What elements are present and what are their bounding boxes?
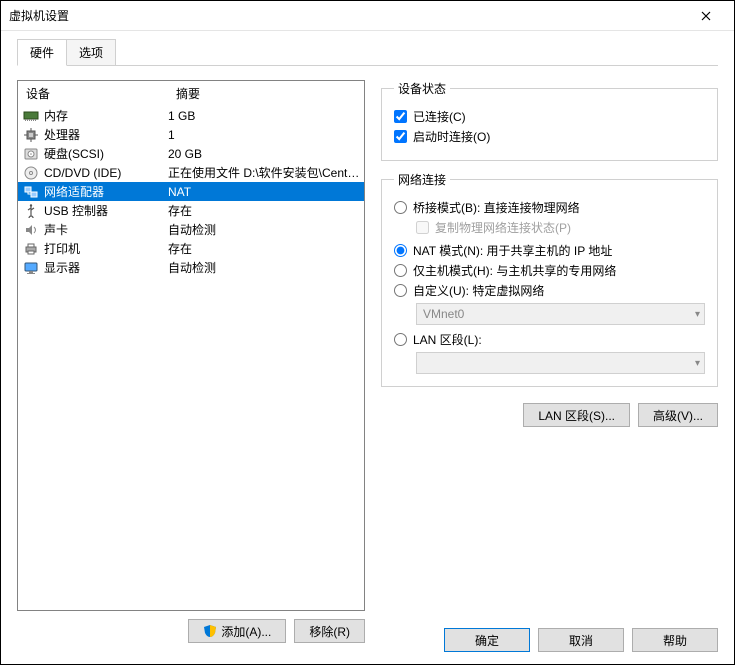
lan-segments-button[interactable]: LAN 区段(S)... <box>523 403 630 427</box>
connected-checkbox[interactable] <box>394 110 407 123</box>
device-row-network[interactable]: 网络适配器 NAT <box>18 182 364 201</box>
titlebar: 虚拟机设置 <box>1 1 734 31</box>
lan-radio-row[interactable]: LAN 区段(L): <box>394 331 705 348</box>
device-row-memory[interactable]: 内存 1 GB <box>18 106 364 125</box>
chevron-down-icon: ▾ <box>695 358 700 369</box>
harddisk-icon <box>24 147 38 161</box>
memory-icon <box>23 110 39 122</box>
disc-icon <box>24 166 38 180</box>
replicate-checkbox-row: 复制物理网络连接状态(P) <box>416 219 705 236</box>
ok-button[interactable]: 确定 <box>444 628 530 652</box>
device-row-display[interactable]: 显示器 自动检测 <box>18 258 364 277</box>
add-button[interactable]: 添加(A)... <box>188 619 286 643</box>
printer-icon <box>24 242 38 256</box>
device-status-group: 设备状态 已连接(C) 启动时连接(O) <box>381 80 718 161</box>
dialog-button-bar: 确定 取消 帮助 <box>444 628 718 652</box>
device-status-legend: 设备状态 <box>394 80 450 97</box>
close-icon <box>701 11 711 21</box>
custom-radio-row[interactable]: 自定义(U): 特定虚拟网络 <box>394 282 705 299</box>
replicate-checkbox <box>416 221 429 234</box>
right-column: 设备状态 已连接(C) 启动时连接(O) 网络连接 桥接模式(B): 直接连接物… <box>381 80 718 643</box>
tab-bar: 硬件 选项 <box>17 39 734 66</box>
display-icon <box>24 261 38 275</box>
network-icon <box>23 185 39 199</box>
device-row-sound[interactable]: 声卡 自动检测 <box>18 220 364 239</box>
help-button[interactable]: 帮助 <box>632 628 718 652</box>
device-row-cddvd[interactable]: CD/DVD (IDE) 正在使用文件 D:\软件安装包\CentO... <box>18 163 364 182</box>
tab-hardware[interactable]: 硬件 <box>17 39 67 66</box>
hostonly-radio[interactable] <box>394 264 407 277</box>
custom-radio[interactable] <box>394 284 407 297</box>
sound-icon <box>24 223 38 237</box>
device-row-usb[interactable]: USB 控制器 存在 <box>18 201 364 220</box>
main-panel: 设备 摘要 内存 1 GB 处理器 1 硬盘(SCSI) 20 GB CD/DV… <box>17 65 718 643</box>
network-connection-legend: 网络连接 <box>394 171 450 188</box>
right-button-bar: LAN 区段(S)... 高级(V)... <box>381 403 718 427</box>
device-row-processor[interactable]: 处理器 1 <box>18 125 364 144</box>
header-summary: 摘要 <box>168 81 364 106</box>
cancel-button[interactable]: 取消 <box>538 628 624 652</box>
bridged-radio-row[interactable]: 桥接模式(B): 直接连接物理网络 <box>394 199 705 216</box>
nat-radio-row[interactable]: NAT 模式(N): 用于共享主机的 IP 地址 <box>394 242 705 259</box>
custom-vmnet-combo: VMnet0 ▾ <box>416 303 705 325</box>
device-list[interactable]: 设备 摘要 内存 1 GB 处理器 1 硬盘(SCSI) 20 GB CD/DV… <box>17 80 365 611</box>
lan-radio[interactable] <box>394 333 407 346</box>
close-button[interactable] <box>686 2 726 30</box>
shield-icon <box>203 624 217 638</box>
remove-button[interactable]: 移除(R) <box>294 619 365 643</box>
device-row-printer[interactable]: 打印机 存在 <box>18 239 364 258</box>
connect-at-power-checkbox-row[interactable]: 启动时连接(O) <box>394 128 705 145</box>
device-list-header: 设备 摘要 <box>18 81 364 106</box>
left-button-bar: 添加(A)... 移除(R) <box>17 619 365 643</box>
cpu-icon <box>24 128 38 142</box>
connected-checkbox-row[interactable]: 已连接(C) <box>394 108 705 125</box>
network-connection-group: 网络连接 桥接模式(B): 直接连接物理网络 复制物理网络连接状态(P) NAT… <box>381 171 718 387</box>
usb-icon <box>24 204 38 218</box>
nat-radio[interactable] <box>394 244 407 257</box>
hostonly-radio-row[interactable]: 仅主机模式(H): 与主机共享的专用网络 <box>394 262 705 279</box>
tab-options[interactable]: 选项 <box>66 39 116 66</box>
advanced-button[interactable]: 高级(V)... <box>638 403 718 427</box>
lan-segment-combo: ▾ <box>416 352 705 374</box>
window-title: 虚拟机设置 <box>9 7 686 24</box>
connect-at-power-checkbox[interactable] <box>394 130 407 143</box>
bridged-radio[interactable] <box>394 201 407 214</box>
device-row-harddisk[interactable]: 硬盘(SCSI) 20 GB <box>18 144 364 163</box>
header-device: 设备 <box>18 81 168 106</box>
chevron-down-icon: ▾ <box>695 309 700 320</box>
left-column: 设备 摘要 内存 1 GB 处理器 1 硬盘(SCSI) 20 GB CD/DV… <box>17 80 365 643</box>
